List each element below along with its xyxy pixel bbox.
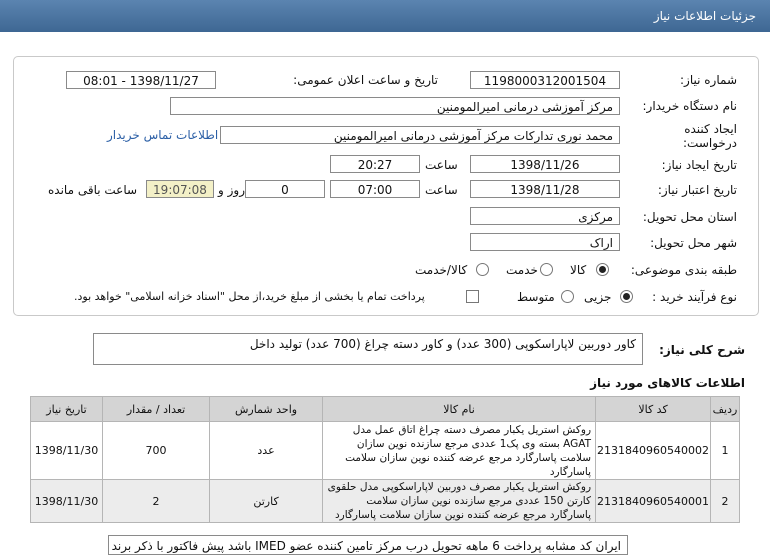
process-label: نوع فرآیند خرید : <box>652 290 737 304</box>
province-field[interactable]: مرکزی <box>470 207 620 225</box>
col-header-date: تاریخ نیاز <box>29 396 104 422</box>
item-date: 1398/11/30 <box>29 421 104 480</box>
need-number-field[interactable]: 1198000312001504 <box>470 71 620 89</box>
item-name: روکش استریل یکبار مصرف دسته چراغ اتاق عم… <box>322 421 597 480</box>
remaining-time-label: ساعت باقی مانده <box>48 183 138 197</box>
days-remaining-field[interactable]: 0 <box>245 180 325 198</box>
valid-date-label: تاریخ اعتبار نیاز: <box>657 183 737 197</box>
col-header-unit: واحد شمارش <box>209 396 324 422</box>
item-name: روکش استریل یکبار مصرف دوربین لاپاراسکوپ… <box>322 479 597 523</box>
created-time-field[interactable]: 20:27 <box>330 155 420 173</box>
province-label: استان محل تحویل: <box>642 210 737 224</box>
item-unit: عدد <box>209 421 324 480</box>
item-qty: 2 <box>102 479 211 523</box>
row-index: 1 <box>710 421 740 480</box>
description-label: شرح کلی نیاز: <box>659 343 745 357</box>
col-header-name: نام کالا <box>322 396 597 422</box>
process-radio-medium[interactable] <box>561 290 574 303</box>
announce-label: تاریخ و ساعت اعلان عمومی: <box>293 73 438 87</box>
buyer-notes-field: ایران کد مشابه پرداخت 6 ماهه تحویل درب م… <box>108 535 628 555</box>
table-row[interactable]: 1 2131840960540002 روکش استریل یکبار مصر… <box>29 421 740 480</box>
remaining-time-field: 19:07:08 <box>146 180 214 198</box>
description-field: کاور دوربین لاپاراسکوپی (300 عدد) و کاور… <box>93 333 643 365</box>
row-index: 2 <box>710 479 740 523</box>
created-date-field[interactable]: 1398/11/26 <box>470 155 620 173</box>
description-text: کاور دوربین لاپاراسکوپی (300 عدد) و کاور… <box>249 337 636 351</box>
creator-label-line1: ایجاد کننده <box>684 122 737 136</box>
need-number-label: شماره نیاز: <box>680 73 737 87</box>
item-qty: 700 <box>102 421 211 480</box>
buyer-notes-text: ایران کد مشابه پرداخت 6 ماهه تحویل درب م… <box>108 539 621 553</box>
buyer-contact-link[interactable]: اطلاعات تماس خریدار <box>107 128 218 142</box>
page-title: جزئیات اطلاعات نیاز <box>653 9 756 23</box>
treasury-payment-checkbox[interactable] <box>466 290 479 303</box>
days-label: روز و <box>218 183 245 197</box>
city-field[interactable]: اراک <box>470 233 620 251</box>
announce-datetime-field[interactable]: 1398/11/27 - 08:01 <box>66 71 216 89</box>
item-code: 2131840960540001 <box>595 479 711 523</box>
category-radio-goods[interactable] <box>596 263 609 276</box>
category-radio-goods-service[interactable] <box>476 263 489 276</box>
buyer-field[interactable]: مرکز آموزشی درمانی امیرالمومنین <box>170 97 620 115</box>
col-header-qty: تعداد / مقدار <box>102 396 211 422</box>
city-label: شهر محل تحویل: <box>650 236 737 250</box>
buyer-label: نام دستگاه خریدار: <box>642 99 738 113</box>
category-radio-service[interactable] <box>540 263 553 276</box>
creator-field[interactable]: محمد نوری تدارکات مرکز آموزشی درمانی امی… <box>220 126 620 144</box>
page-header: جزئیات اطلاعات نیاز <box>0 0 770 32</box>
valid-time-field[interactable]: 07:00 <box>330 180 420 198</box>
process-radio-minor[interactable] <box>620 290 633 303</box>
created-time-label: ساعت <box>425 158 458 172</box>
category-label: طبقه بندی موضوعی: <box>630 263 737 277</box>
process-option-medium: متوسط <box>517 290 555 304</box>
treasury-payment-text: پرداخت تمام یا بخشی از مبلغ خرید،از محل … <box>74 290 425 303</box>
valid-date-field[interactable]: 1398/11/28 <box>470 180 620 198</box>
col-header-row: ردیف <box>710 396 740 422</box>
process-option-minor: جزیی <box>584 290 612 304</box>
item-date: 1398/11/30 <box>29 479 104 523</box>
items-table: ردیف کد کالا نام کالا واحد شمارش تعداد /… <box>29 396 740 523</box>
item-code: 2131840960540002 <box>595 421 711 480</box>
valid-time-label: ساعت <box>425 183 458 197</box>
category-option-goods: کالا <box>570 263 587 277</box>
category-option-service: خدمت <box>506 263 538 277</box>
creator-label-line2: درخواست: <box>683 136 737 150</box>
items-section-title: اطلاعات کالاهای مورد نیاز <box>590 376 745 390</box>
created-date-label: تاریخ ایجاد نیاز: <box>661 158 737 172</box>
item-unit: کارتن <box>209 479 324 523</box>
table-row[interactable]: 2 2131840960540001 روکش استریل یکبار مصر… <box>29 479 740 523</box>
category-option-goods-service: کالا/خدمت <box>415 263 468 277</box>
col-header-code: کد کالا <box>595 396 711 422</box>
